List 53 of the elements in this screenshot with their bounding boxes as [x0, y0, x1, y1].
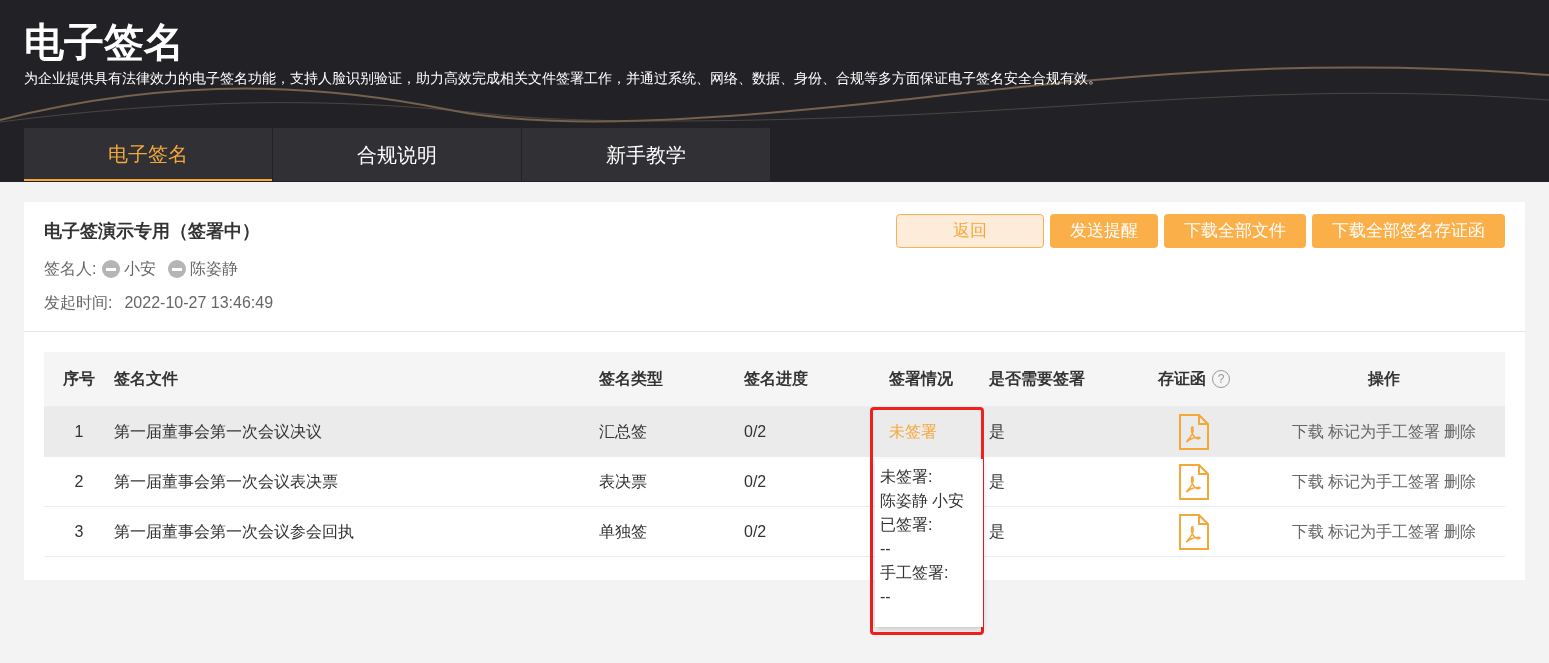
tab[interactable]: 合规说明	[273, 128, 521, 181]
row-action-link[interactable]: 下载	[1292, 469, 1324, 494]
table-cell-text: 第一届董事会第一次会议参会回执	[114, 521, 354, 542]
row-action-link[interactable]: 下载	[1292, 419, 1324, 444]
row-action-link[interactable]: 删除	[1444, 419, 1476, 444]
row-action-link[interactable]: 标记为手工签署	[1328, 469, 1440, 494]
signer-name: 小安	[124, 259, 157, 279]
table-cell-text: 0/2	[744, 521, 767, 542]
table-cell-text: 是	[989, 521, 1005, 542]
signer-name: 陈姿静	[190, 259, 239, 279]
row-action-link[interactable]: 下载	[1292, 519, 1324, 544]
table-cell-text: 2	[74, 471, 84, 492]
tab[interactable]: 新手教学	[522, 128, 770, 181]
document-title: 电子签演示专用（签署中）	[44, 220, 260, 243]
table-row[interactable]: 1 第一届董事会第一次会议决议 汇总签 0/2 未签署 是 下载 标记为手工签署 删除	[44, 406, 1505, 456]
table-cell-text: 是	[989, 471, 1005, 492]
table-cell-text: 是	[989, 421, 1005, 442]
row-action-link[interactable]: 标记为手工签署	[1328, 419, 1440, 444]
pdf-file-icon[interactable]	[1179, 513, 1209, 550]
table-cell-text: 0/2	[744, 471, 767, 492]
table-cell-text: 1	[74, 421, 84, 442]
tab[interactable]: 电子签名	[24, 128, 272, 181]
tooltip-text: 未签署:	[880, 468, 933, 485]
column-header: 签名进度	[744, 369, 808, 389]
column-header: 签署情况	[889, 369, 953, 389]
column-header: 序号	[63, 369, 95, 389]
page-description: 为企业提供具有法律效力的电子签名功能，支持人脸识别验证，助力高效完成相关文件签署工作，并通过系统、网络、数据、身份、合规等多方面保证电子签名安全合规有效。	[24, 69, 1102, 88]
pdf-file-icon[interactable]	[1179, 463, 1209, 500]
column-header: 签名类型	[599, 369, 663, 389]
tooltip-text: --	[880, 540, 891, 557]
table-cell-text: 0/2	[744, 421, 767, 442]
page-title: 电子签名	[24, 20, 184, 64]
row-action-link[interactable]: 删除	[1444, 469, 1476, 494]
table-cell-text: 单独签	[599, 521, 647, 542]
tooltip-text: 已签署:	[880, 516, 933, 533]
tooltip-text: 陈姿静 小安	[880, 492, 965, 509]
row-action-link[interactable]: 标记为手工签署	[1328, 519, 1440, 544]
tooltip-text: --	[880, 588, 891, 605]
row-action-link[interactable]: 删除	[1444, 519, 1476, 544]
column-header: 签名文件	[114, 369, 178, 389]
table-cell-text: 第一届董事会第一次会议决议	[114, 421, 322, 442]
start-time-label: 发起时间:	[44, 293, 113, 313]
table-cell-text: 汇总签	[599, 421, 647, 442]
column-header: 是否需要签署	[989, 369, 1085, 389]
start-time: 2022-10-27 13:46:49	[124, 293, 274, 313]
column-header: 操作	[1368, 369, 1400, 389]
pdf-file-icon[interactable]	[1179, 413, 1209, 450]
table-cell-text: 表决票	[599, 471, 647, 492]
signers-label: 签名人:	[44, 259, 97, 279]
tooltip-text: 手工签署:	[880, 564, 949, 581]
column-header: 存证函	[1158, 369, 1206, 389]
table-cell-text: 3	[74, 521, 84, 542]
table-cell-text: 第一届董事会第一次会议表决票	[114, 471, 338, 492]
